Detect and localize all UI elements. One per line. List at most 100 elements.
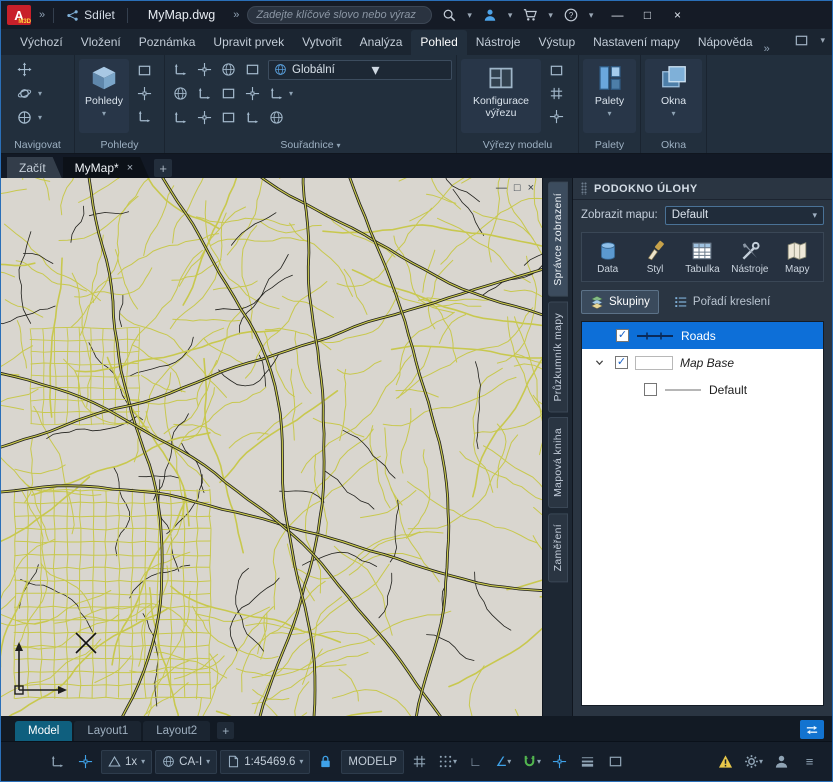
help-icon[interactable] xyxy=(560,4,582,26)
coordinate-system-combo[interactable]: Globální ▾ xyxy=(268,60,452,80)
pan-icon[interactable] xyxy=(13,59,36,80)
maximize-button[interactable]: □ xyxy=(632,1,662,29)
tool-table-button[interactable]: Tabulka xyxy=(680,238,724,277)
quick-access-expand-icon[interactable]: » xyxy=(37,9,47,21)
task-pane-grip[interactable] xyxy=(581,182,587,195)
app-store-cart-icon[interactable] xyxy=(519,4,541,26)
panel-label-coordinates[interactable]: Souřadnice ▾ xyxy=(165,139,456,151)
side-tab-map-explorer[interactable]: Průzkumník mapy xyxy=(548,302,568,413)
tab-vlozeni[interactable]: Vložení xyxy=(72,30,130,55)
task-pane-toggle-button[interactable] xyxy=(800,720,824,739)
ucs-face-icon[interactable] xyxy=(217,83,240,104)
expand-chevron-icon[interactable] xyxy=(590,357,608,368)
ucs-origin-icon[interactable] xyxy=(265,83,288,104)
layout-tab-model[interactable]: Model xyxy=(15,721,72,741)
ucs-world-icon[interactable] xyxy=(169,83,192,104)
workspace-switching-button[interactable]: ▾ xyxy=(741,750,766,774)
tab-napoveda[interactable]: Nápověda xyxy=(689,30,762,55)
tool-style-button[interactable]: Styl xyxy=(633,238,677,277)
cs-assign-icon[interactable] xyxy=(169,59,192,80)
ucs-object-icon[interactable] xyxy=(193,83,216,104)
tool-tools-button[interactable]: Nástroje xyxy=(728,238,772,277)
isolate-objects-icon[interactable] xyxy=(769,750,794,774)
tab-upravit-prvek[interactable]: Upravit prvek xyxy=(204,30,293,55)
lineweight-toggle[interactable] xyxy=(575,750,600,774)
ucs-y-rotate-icon[interactable] xyxy=(241,107,264,128)
graphics-performance-icon[interactable] xyxy=(713,750,738,774)
close-button[interactable]: × xyxy=(662,1,692,29)
views-button[interactable]: Pohledy ▾ xyxy=(79,59,129,133)
steering-wheel-icon[interactable] xyxy=(13,107,36,128)
drawing-minimize-icon[interactable]: — xyxy=(496,183,507,194)
panel-label-navigate[interactable]: Navigovat xyxy=(1,139,74,151)
object-snap-tracking-toggle[interactable] xyxy=(547,750,572,774)
user-menu-caret-icon[interactable]: ▾ xyxy=(507,10,514,21)
cs-library-icon[interactable] xyxy=(217,59,240,80)
tab-vychozi[interactable]: Výchozí xyxy=(11,30,72,55)
store-caret-icon[interactable]: ▾ xyxy=(547,10,554,21)
layout-tab-layout2[interactable]: Layout2 xyxy=(143,721,210,741)
layer-swatch-map-base[interactable] xyxy=(635,356,673,370)
panel-label-viewports[interactable]: Výřezy modelu xyxy=(457,139,578,151)
annotation-scale-button[interactable]: 1x ▾ xyxy=(101,750,152,774)
search-input[interactable]: Zadejte klíčové slovo nebo výraz xyxy=(247,6,432,24)
drawing-restore-icon[interactable]: □ xyxy=(514,183,521,194)
layer-checkbox-default[interactable] xyxy=(644,383,657,396)
ribbon-display-options-icon[interactable] xyxy=(790,30,813,51)
tab-nastroje[interactable]: Nástroje xyxy=(467,30,530,55)
named-views-icon[interactable] xyxy=(133,106,156,127)
layer-swatch-roads[interactable] xyxy=(636,329,674,343)
tab-analyza[interactable]: Analýza xyxy=(351,30,412,55)
viewport-join-icon[interactable] xyxy=(545,83,568,104)
object-snap-toggle[interactable]: ▾ xyxy=(519,750,544,774)
share-button[interactable]: Sdílet xyxy=(60,8,121,22)
layout-tab-layout1[interactable]: Layout1 xyxy=(74,721,141,741)
new-layout-button[interactable]: + xyxy=(217,722,234,739)
viewport-configuration-button[interactable]: Konfiguracevýřezu xyxy=(461,59,541,133)
drawing-canvas[interactable]: — □ × xyxy=(1,178,542,716)
ucs-caret-icon[interactable]: ▾ xyxy=(289,89,293,98)
ucs-z-axis-icon[interactable] xyxy=(169,107,192,128)
search-icon[interactable] xyxy=(438,4,460,26)
tabs-overflow-icon[interactable]: » xyxy=(762,43,772,55)
new-view-icon[interactable] xyxy=(133,83,156,104)
ucs-named-icon[interactable] xyxy=(265,107,288,128)
user-account-icon[interactable] xyxy=(479,4,501,26)
ucs-x-rotate-icon[interactable] xyxy=(217,107,240,128)
model-space-icon[interactable] xyxy=(45,750,70,774)
minimize-button[interactable]: — xyxy=(602,1,632,29)
new-drawing-button[interactable]: + xyxy=(154,159,172,177)
coordinate-system-button[interactable]: CA-I ▾ xyxy=(155,750,217,774)
tab-poznamka[interactable]: Poznámka xyxy=(130,30,205,55)
view-manager-icon[interactable] xyxy=(133,60,156,81)
drafting-settings-icon[interactable] xyxy=(73,750,98,774)
selection-cycling-toggle[interactable] xyxy=(603,750,628,774)
tab-vystup[interactable]: Výstup xyxy=(529,30,584,55)
tab-groups[interactable]: Skupiny xyxy=(581,290,659,314)
cs-create-icon[interactable] xyxy=(193,59,216,80)
cs-track-icon[interactable] xyxy=(241,59,264,80)
side-tab-display-manager[interactable]: Správce zobrazení xyxy=(548,182,568,297)
grid-toggle[interactable] xyxy=(407,750,432,774)
title-expand-icon[interactable]: » xyxy=(231,9,241,21)
map-scale-button[interactable]: 1:45469.6 ▾ xyxy=(220,750,310,774)
snap-toggle[interactable]: ▾ xyxy=(435,750,460,774)
ribbon-collapse-caret-icon[interactable]: ▾ xyxy=(819,35,826,46)
side-tab-survey[interactable]: Zaměření xyxy=(548,513,568,582)
file-tab-start[interactable]: Začít xyxy=(7,157,62,178)
palettes-button[interactable]: Palety ▾ xyxy=(583,59,636,133)
windows-button[interactable]: Okna ▾ xyxy=(645,59,702,133)
scale-lock-toggle[interactable] xyxy=(313,750,338,774)
layer-checkbox-map-base[interactable]: ✓ xyxy=(615,356,628,369)
layer-row-default[interactable]: Default xyxy=(582,376,823,403)
polar-tracking-toggle[interactable]: ∠▾ xyxy=(491,750,516,774)
customization-menu-button[interactable]: ≡ xyxy=(797,750,822,774)
display-map-select[interactable]: Default ▾ xyxy=(665,206,824,225)
tool-maps-button[interactable]: Mapy xyxy=(775,238,819,277)
tab-nastaveni-mapy[interactable]: Nastavení mapy xyxy=(584,30,689,55)
panel-label-palettes[interactable]: Palety xyxy=(579,139,640,151)
file-tab-current[interactable]: MyMap* × xyxy=(63,157,149,178)
help-caret-icon[interactable]: ▾ xyxy=(588,10,595,21)
side-tab-map-book[interactable]: Mapová kniha xyxy=(548,417,568,508)
layer-swatch-default[interactable] xyxy=(664,383,702,397)
